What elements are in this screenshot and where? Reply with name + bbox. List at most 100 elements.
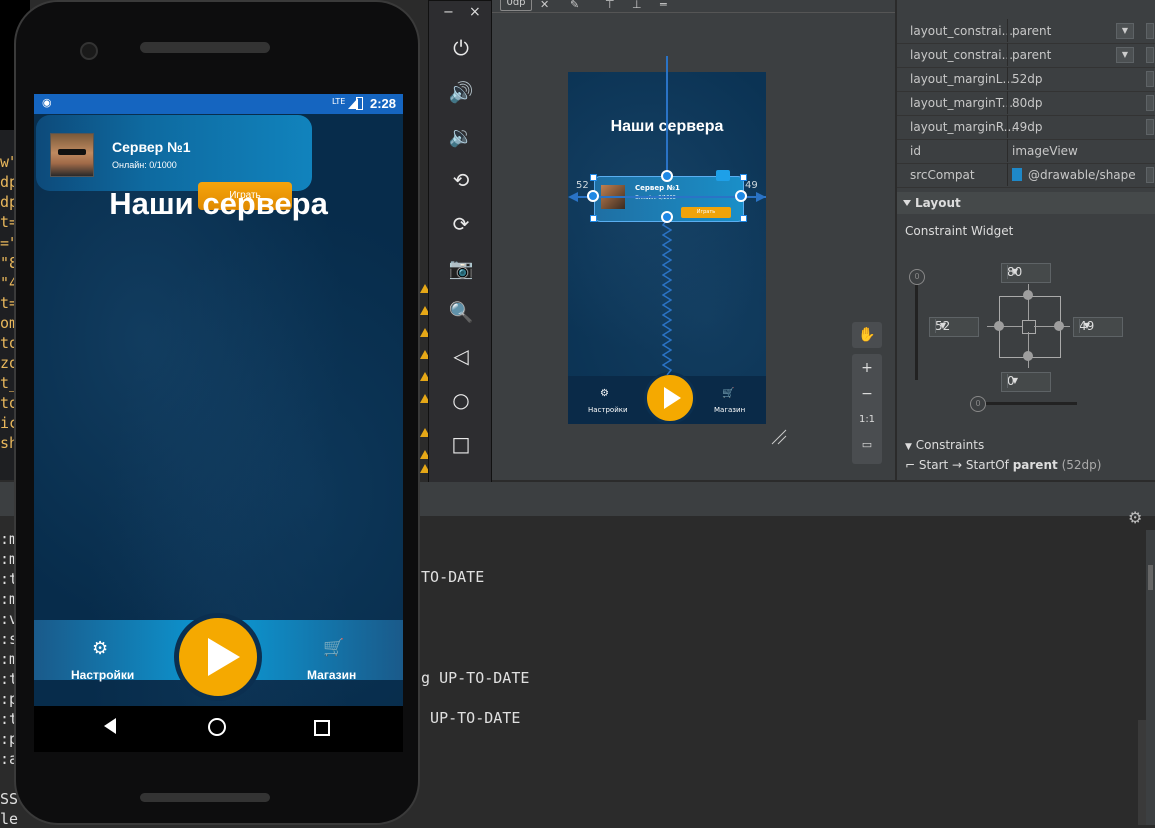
preview-card-title: Сервер №1 — [635, 184, 680, 192]
constraint-dot-left[interactable] — [994, 321, 1004, 331]
cart-icon[interactable]: 🛒 — [323, 638, 344, 658]
attr-value-field[interactable]: 52dp — [1007, 67, 1148, 90]
resize-handle-tr[interactable] — [740, 174, 747, 181]
constraint-handle-right[interactable] — [735, 190, 747, 202]
toolbar-dp-field[interactable]: 0dp — [500, 0, 532, 11]
chevron-down-icon[interactable]: ▼ — [1116, 47, 1134, 63]
vertical-bias-knob[interactable]: 0 — [909, 269, 925, 285]
constraint-handle-left[interactable] — [587, 190, 599, 202]
resize-handle-br[interactable] — [740, 215, 747, 222]
close-button[interactable]: × — [469, 4, 481, 20]
home-icon[interactable]: ○ — [429, 386, 493, 414]
pan-icon[interactable]: ✋ — [852, 322, 882, 348]
distribute-icon[interactable]: ═ — [660, 0, 667, 11]
attr-key: srcCompat — [910, 168, 975, 182]
constraint-dot-right[interactable] — [1054, 321, 1064, 331]
server-title: Сервер №1 — [112, 139, 191, 155]
horizontal-bias-slider[interactable] — [977, 402, 1077, 405]
attr-value: 49dp — [1012, 120, 1043, 134]
volume-down-icon[interactable]: 🔉 — [429, 122, 493, 150]
zoom-icon[interactable]: 🔍 — [429, 298, 493, 326]
overview-icon[interactable] — [314, 720, 330, 736]
console-line: g UP-TO-DATE — [412, 709, 521, 727]
attr-pick-icon[interactable] — [1146, 95, 1154, 111]
console-vertical-scrollbar[interactable] — [1138, 720, 1146, 825]
attr-pick-icon[interactable] — [1146, 167, 1154, 183]
constraint-dot-bottom[interactable] — [1023, 351, 1033, 361]
minimize-button[interactable]: − — [443, 5, 454, 20]
attr-value-field[interactable]: imageView — [1007, 139, 1148, 162]
margin-bottom-field[interactable]: 0 ▼ — [1001, 372, 1051, 392]
constraint-handle-top[interactable] — [661, 170, 673, 182]
zoom-fit-icon[interactable]: ▭ — [852, 438, 882, 451]
attr-key: layout_marginR... — [910, 120, 1016, 134]
margin-top-field[interactable]: 80 ▼ — [1001, 263, 1051, 283]
big-play-button[interactable] — [174, 613, 262, 701]
nav-settings[interactable]: Настройки — [71, 668, 134, 682]
magic-wand-icon[interactable]: ✎ — [570, 0, 579, 11]
margin-left-field[interactable]: 52 ▼ — [929, 317, 979, 337]
constraint-handle-bottom[interactable] — [661, 211, 673, 223]
guidelines-icon[interactable]: ⊤ — [605, 0, 615, 11]
attr-key: layout_constrai... — [910, 48, 1014, 62]
constraint-widget-line — [1034, 326, 1070, 327]
horizontal-bias-knob[interactable]: 0 — [970, 396, 986, 412]
play-icon — [208, 638, 240, 676]
zoom-out-button[interactable]: − — [852, 386, 882, 402]
attr-pick-icon[interactable] — [1146, 71, 1154, 87]
zoom-actual-button[interactable]: 1:1 — [852, 414, 882, 425]
constraint-parent-text: parent — [1012, 458, 1058, 472]
resize-handle-bl[interactable] — [590, 215, 597, 222]
attr-row: layout_marginR... 49dp — [897, 115, 1155, 140]
preview-play-icon — [664, 387, 681, 409]
attr-value-field[interactable]: 49dp — [1007, 115, 1148, 138]
volume-up-icon[interactable]: 🔊 — [429, 78, 493, 106]
attr-pick-icon[interactable] — [1146, 47, 1154, 63]
camera-icon[interactable]: 📷 — [429, 254, 493, 282]
constraint-line-top — [666, 56, 668, 174]
phone-screen[interactable]: ◉ LTE 2:28 Сервер №1 Онлайн: 0/1000 Игра… — [34, 94, 403, 706]
vertical-bias-slider[interactable] — [915, 280, 918, 380]
clear-constraints-icon[interactable]: ✕ — [540, 0, 549, 11]
home-icon[interactable] — [208, 718, 226, 736]
gear-icon[interactable]: ⚙ — [92, 638, 108, 659]
attr-row: id imageView — [897, 139, 1155, 164]
attr-value-field[interactable]: 80dp — [1007, 91, 1148, 114]
nav-shop[interactable]: Магазин — [307, 668, 356, 682]
attr-pick-icon[interactable] — [1146, 119, 1154, 135]
baseline-icon[interactable] — [716, 170, 730, 181]
chevron-down-icon[interactable]: ▼ — [1079, 319, 1094, 333]
chevron-down-icon[interactable]: ▼ — [1116, 23, 1134, 39]
gear-icon[interactable]: ⚙ — [1128, 508, 1142, 527]
constraints-section-header[interactable]: ▼ Constraints — [905, 438, 984, 452]
preview-play-button[interactable]: Играть — [681, 207, 731, 218]
rotate-left-icon[interactable]: ⟲ — [429, 166, 493, 194]
back-icon[interactable]: ◁ — [429, 342, 493, 370]
margin-right-label: 49 — [745, 180, 758, 191]
overview-icon[interactable]: □ — [429, 430, 493, 458]
preview-big-play-button — [644, 372, 696, 424]
console-scrollbar-thumb[interactable] — [1148, 565, 1153, 590]
status-bar: ◉ LTE 2:28 — [34, 94, 403, 114]
constraint-widget-inner — [1022, 320, 1036, 334]
server-card[interactable]: Сервер №1 Онлайн: 0/1000 Играть — [36, 115, 312, 210]
server-avatar — [50, 133, 94, 177]
attr-value-field[interactable]: @drawable/shape — [1007, 163, 1148, 186]
rotate-right-icon[interactable]: ⟳ — [429, 210, 493, 238]
power-icon[interactable]: ⏻ — [429, 34, 493, 62]
resize-grip-icon[interactable] — [770, 428, 788, 446]
margin-right-field[interactable]: 49 ▼ — [1073, 317, 1123, 337]
layout-section-header[interactable]: Layout — [897, 192, 1155, 214]
back-icon[interactable] — [104, 718, 116, 734]
constraint-widget-label: Constraint Widget — [905, 224, 1014, 238]
constraint-dot-top[interactable] — [1023, 290, 1033, 300]
constraint-start-row[interactable]: ⌐ Start → StartOf parent (52dp) — [905, 458, 1101, 472]
resize-handle-tl[interactable] — [590, 174, 597, 181]
align-icon[interactable]: ⊥ — [632, 0, 642, 11]
constraint-widget-line — [987, 326, 1022, 327]
attr-pick-icon[interactable] — [1146, 23, 1154, 39]
chevron-down-icon[interactable]: ▼ — [935, 319, 950, 333]
chevron-down-icon[interactable]: ▼ — [1007, 374, 1022, 388]
zoom-in-button[interactable]: + — [852, 360, 882, 376]
chevron-down-icon[interactable]: ▼ — [1007, 265, 1022, 279]
